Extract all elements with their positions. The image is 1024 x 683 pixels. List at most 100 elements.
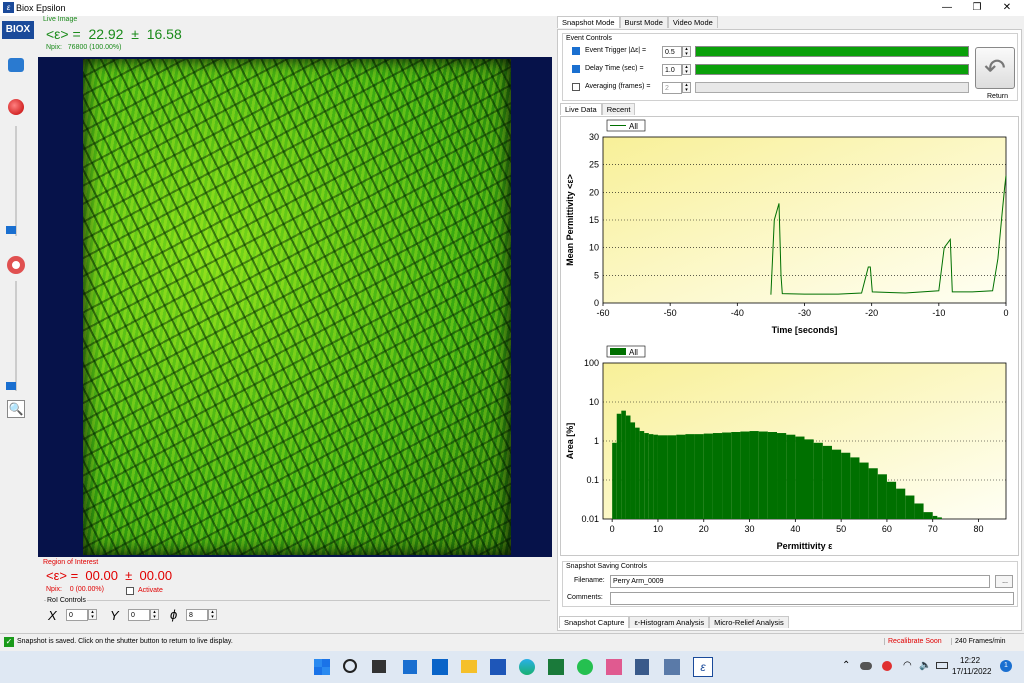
y-axis-label: Mean Permittivity <ε> [565,174,575,266]
histogram-bar [612,442,617,519]
slider-thumb[interactable] [6,226,16,234]
activate-checkbox[interactable] [126,587,134,595]
clock-date[interactable]: 17/11/2022 [952,667,991,676]
tab-snapshot-mode[interactable]: Snapshot Mode [557,16,620,28]
tab-recent[interactable]: Recent [601,103,636,115]
shutter-icon[interactable] [8,99,24,115]
delay-time-input[interactable]: 1.0 [662,64,682,76]
x-tick-label: -10 [932,308,945,318]
event-trigger-input[interactable]: 0.5 [662,46,682,58]
maximize-button[interactable]: ❐ [962,0,992,16]
delay-time-stepper[interactable]: ▴ ▾ [682,64,691,75]
histogram-bar [813,442,823,519]
x-tick-label: 0 [1003,308,1008,318]
start-icon[interactable] [314,659,330,675]
word-icon[interactable] [490,659,506,675]
activate-label: Activate [138,587,163,594]
x-tick-label: 80 [974,524,984,534]
legend-swatch [610,348,626,355]
outlook-icon[interactable] [432,659,448,675]
roi-npix: Npix: 0 (00.00%) [46,586,104,593]
roi-phi-stepper[interactable]: ▴ ▾ [208,609,217,620]
excel-icon[interactable] [548,659,564,675]
tab-video-mode[interactable]: Video Mode [667,16,718,28]
histogram-bar [932,515,938,519]
phi-label: ϕ [170,607,178,622]
sync-icon[interactable] [664,659,680,675]
tab-live-data[interactable]: Live Data [560,103,602,115]
roi-phi-input[interactable]: 8 [186,609,208,621]
edge-icon[interactable] [519,659,535,675]
event-trigger-checkbox[interactable] [572,47,580,55]
roi-x-input[interactable]: 0 [66,609,88,621]
folder-icon[interactable] [461,660,477,673]
y-tick-label: 0.01 [581,514,599,524]
roi-x-stepper[interactable]: ▴ ▾ [88,609,97,620]
slider-thumb-2[interactable] [6,382,16,390]
histogram-bar [740,431,750,519]
averaging-input[interactable]: 2 [662,82,682,94]
histogram-bar [914,503,924,519]
x-axis-label: Permittivity ε [777,541,834,551]
task-view-icon[interactable] [372,660,386,673]
histogram-bar [758,431,768,519]
taskbar: ε ⌃ ◠ 🔈 12:22 17/11/2022 1 [0,651,1024,683]
minimize-button[interactable]: — [932,0,962,16]
histogram-bar [877,474,887,519]
roi-y-stepper[interactable]: ▴ ▾ [150,609,159,620]
tab-micro-relief-analysis[interactable]: Micro-Relief Analysis [709,616,789,628]
clock-time[interactable]: 12:22 [960,656,980,665]
histogram-bar [653,434,658,519]
return-button[interactable]: ↶ [975,47,1015,89]
slider-track-2[interactable] [15,281,17,391]
search-icon[interactable] [343,659,357,673]
roi-controls-group: RoI Controls X 0 ▴ ▾ Y 0 ▴ ▾ ϕ 8 ▴ ▾ [44,597,550,628]
live-image-panel[interactable] [38,57,552,557]
legend-label: All [629,348,638,357]
tab-snapshot-capture[interactable]: Snapshot Capture [559,616,630,628]
snap-icon[interactable] [403,660,417,674]
biox-logo: BIOX [2,21,34,39]
tab-burst-mode[interactable]: Burst Mode [619,16,668,28]
x-tick-label: -50 [664,308,677,318]
averaging-stepper[interactable]: ▴ ▾ [682,82,691,93]
calculator-icon[interactable] [635,659,649,675]
slider-track[interactable] [15,126,17,236]
filename-input[interactable]: Perry Arm_0009 [610,575,990,588]
histogram-bar [886,481,897,519]
event-trigger-label: Event Trigger |Δε| = [585,47,647,54]
zoom-icon[interactable]: 🔍 [7,400,25,418]
x-tick-label: -60 [596,308,609,318]
lifebuoy-icon[interactable] [7,256,25,274]
record-icon[interactable] [882,661,892,671]
browse-button[interactable]: ... [995,575,1013,588]
snapshot-panel: Event Controls Event Trigger |Δε| = 0.5 … [557,29,1022,631]
whatsapp-icon[interactable] [577,659,593,675]
histogram-bar [868,468,878,519]
histogram-bar [767,432,778,519]
tray-chevron-icon[interactable]: ⌃ [842,660,850,671]
y-tick-label: 20 [589,187,599,197]
comments-label: Comments: [567,594,603,601]
roi-y-input[interactable]: 0 [128,609,150,621]
comments-input[interactable] [610,592,1014,605]
y-tick-label: 100 [584,358,599,368]
x-tick-label: 60 [882,524,892,534]
battery-icon[interactable] [936,662,948,669]
time-series-chart: 0 5 10 15 20 25 30 -60 -50 -40 -30 -20 -10 0 Time [sec… [565,119,1009,335]
averaging-checkbox[interactable] [572,83,580,91]
wifi-icon[interactable]: ◠ [903,660,912,671]
cloud-icon[interactable] [860,662,872,670]
epsilon-taskbar-icon[interactable]: ε [693,657,713,677]
settings-icon[interactable] [8,58,24,72]
close-button[interactable]: ✕ [992,0,1022,16]
status-bar: ✓ Snapshot is saved. Click on the shutte… [0,633,1024,650]
volume-icon[interactable]: 🔈 [919,660,931,671]
tab-histogram-analysis[interactable]: ε-Histogram Analysis [629,616,710,628]
snipping-icon[interactable] [606,659,622,675]
delay-time-checkbox[interactable] [572,65,580,73]
event-trigger-stepper[interactable]: ▴ ▾ [682,46,691,57]
event-controls-heading: Event Controls [566,35,612,42]
notification-badge[interactable]: 1 [1000,660,1012,672]
histogram-bar [859,462,869,519]
